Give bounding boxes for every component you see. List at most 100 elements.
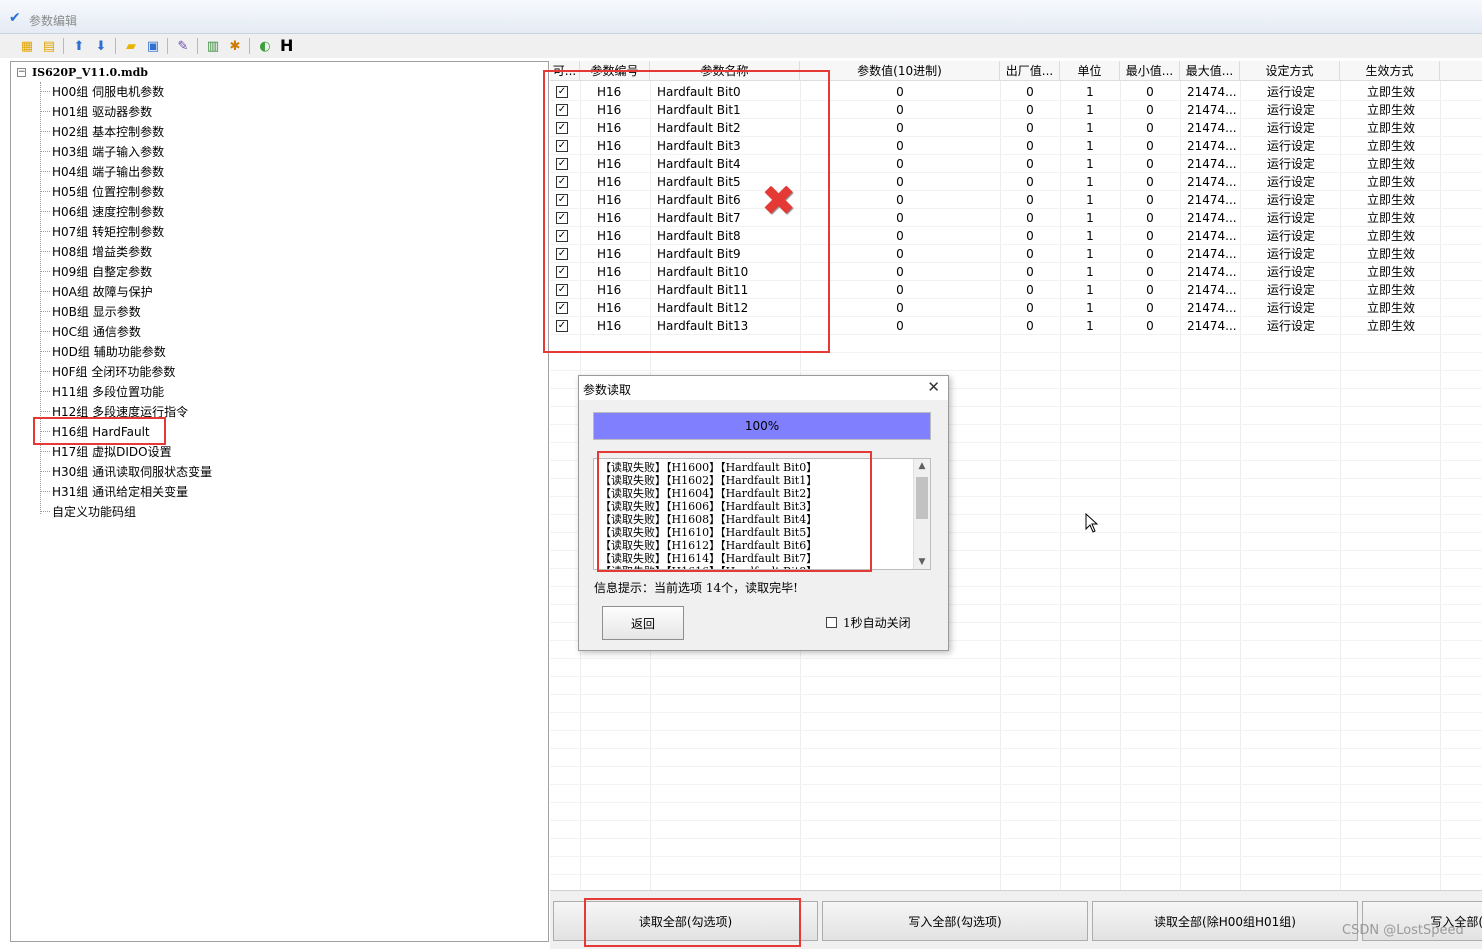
tree-item[interactable]: H03组 端子输入参数 <box>40 142 164 160</box>
auto-close-checkbox[interactable]: 1秒自动关闭 <box>826 614 911 631</box>
move-down-icon[interactable]: ⬇ <box>92 37 110 55</box>
tree-item-label: H05组 位置控制参数 <box>52 184 165 199</box>
tree-item[interactable]: H02组 基本控制参数 <box>40 122 164 140</box>
column-header[interactable]: 单位 <box>1060 61 1120 81</box>
table-row[interactable]: ✓ H1622 Hardfault Bit11 0 0 1 0 21474... 运行设定 立即生… <box>550 281 1482 299</box>
table-row[interactable]: ✓ H1600 Hardfault Bit0 0 0 1 0 21474... 运行设定 立即生效 <box>550 83 1482 101</box>
cell-set: 运行设定 <box>1267 157 1316 171</box>
write-all-checked-button[interactable]: 写入全部(勾选项) <box>822 901 1088 941</box>
new-param-icon[interactable]: ▦ <box>18 37 36 55</box>
row-checkbox[interactable]: ✓ <box>556 248 568 260</box>
cell-max: 21474... <box>1187 319 1237 333</box>
read-all-checked-button[interactable]: 读取全部(勾选项) <box>553 901 818 941</box>
read-log-box[interactable]: 【读取失败】【H1600】【Hardfault Bit0】 【读取失败】【H160… <box>593 458 931 570</box>
column-header[interactable]: 最小值... <box>1120 61 1180 81</box>
tree-root[interactable]: − IS620P_V11.0.mdb <box>17 65 148 79</box>
table-row[interactable]: ✓H1612Hardfault Bit6001021474...运行设定立即生效 <box>550 191 1482 209</box>
export-icon[interactable]: ▥ <box>204 37 222 55</box>
tree-item[interactable]: H06组 速度控制参数 <box>40 202 164 220</box>
row-checkbox[interactable]: ✓ <box>556 158 568 170</box>
column-header[interactable]: 生效方式 <box>1340 61 1440 81</box>
row-checkbox[interactable]: ✓ <box>556 140 568 152</box>
row-checkbox[interactable]: ✓ <box>556 212 568 224</box>
tree-item[interactable]: H08组 增益类参数 <box>40 242 152 260</box>
row-checkbox[interactable]: ✓ <box>556 86 568 98</box>
tree-item[interactable]: H05组 位置控制参数 <box>40 182 164 200</box>
table-row[interactable]: ✓H1614Hardfault Bit7001021474...运行设定立即生效 <box>550 209 1482 227</box>
scroll-thumb[interactable] <box>916 477 928 519</box>
progress-bar: 100% <box>593 412 931 440</box>
table-row[interactable]: ✓ H1624 Hardfault Bit12 0 0 1 0 21474... 运行设定 立即生… <box>550 299 1482 317</box>
tree-item[interactable]: H0B组 显示参数 <box>40 302 141 320</box>
back-button[interactable]: 返回 <box>602 606 684 640</box>
tree-item[interactable]: H0C组 通信参数 <box>40 322 141 340</box>
row-checkbox[interactable]: ✓ <box>556 194 568 206</box>
tree-item[interactable]: 自定义功能码组 <box>40 502 136 520</box>
auto-close-box[interactable] <box>826 617 837 628</box>
row-checkbox[interactable]: ✓ <box>556 122 568 134</box>
cell-unit: 1 <box>1086 193 1094 207</box>
tree-item[interactable]: H01组 驱动器参数 <box>40 102 152 120</box>
column-header[interactable]: 出厂值... <box>1000 61 1060 81</box>
edit-icon[interactable]: ✎ <box>174 37 192 55</box>
table-row[interactable]: ✓ H1618 Hardfault Bit9 0 0 1 0 21474... 运行设定 立即生效 <box>550 245 1482 263</box>
scroll-down-icon[interactable]: ▼ <box>914 555 930 569</box>
config-icon[interactable]: ✱ <box>226 37 244 55</box>
row-checkbox[interactable]: ✓ <box>556 176 568 188</box>
row-checkbox[interactable]: ✓ <box>556 104 568 116</box>
table-row[interactable]: ✓ H1602 Hardfault Bit1 0 0 1 0 21474... 运行设定 立即生效 <box>550 101 1482 119</box>
tree-item-label: 自定义功能码组 <box>52 504 137 519</box>
tree-item[interactable]: H0D组 辅助功能参数 <box>40 342 166 360</box>
column-header[interactable]: 最大值... <box>1180 61 1240 81</box>
close-icon[interactable]: ✕ <box>927 379 940 395</box>
column-header[interactable]: 设定方式 <box>1240 61 1340 81</box>
tree-item[interactable]: H0A组 故障与保护 <box>40 282 153 300</box>
row-checkbox[interactable]: ✓ <box>556 302 568 314</box>
table-row[interactable]: ✓ H1626 Hardfault Bit13 0 0 1 0 21474... 运行设定 立即生… <box>550 317 1482 335</box>
tree-item[interactable]: H12组 多段速度运行指令 <box>40 402 188 420</box>
cell-effect: 立即生效 <box>1367 319 1416 333</box>
table-row[interactable]: ✓ H1620 Hardfault Bit10 0 0 1 0 21474... 运行设定 立即生… <box>550 263 1482 281</box>
table-row[interactable]: ✓ H1608 Hardfault Bit4 0 0 1 0 21474... 运行设定 立即生效 <box>550 155 1482 173</box>
toggle-icon[interactable]: ◐ <box>256 37 274 55</box>
collapse-icon[interactable]: − <box>17 67 26 77</box>
table-row[interactable]: ✓H1610Hardfault Bit5001021474...运行设定立即生效 <box>550 173 1482 191</box>
tree-root-label: IS620P_V11.0.mdb <box>32 65 148 79</box>
tree-item-label: H11组 多段位置功能 <box>52 384 165 399</box>
tree-item[interactable]: H07组 转矩控制参数 <box>40 222 164 240</box>
column-header[interactable]: 参数编号 <box>580 61 650 81</box>
row-checkbox[interactable]: ✓ <box>556 284 568 296</box>
save-icon[interactable]: ▣ <box>144 37 162 55</box>
row-checkbox[interactable]: ✓ <box>556 230 568 242</box>
log-scrollbar[interactable]: ▲ ▼ <box>913 459 930 569</box>
column-header[interactable]: 参数值(10进制) <box>800 61 1000 81</box>
tree-item[interactable]: H04组 端子输出参数 <box>40 162 164 180</box>
scroll-up-icon[interactable]: ▲ <box>914 459 930 473</box>
tree-item[interactable]: H17组 虚拟DIDO设置 <box>40 442 172 460</box>
row-checkbox[interactable]: ✓ <box>556 266 568 278</box>
cell-max: 21474... <box>1187 157 1237 171</box>
delete-param-icon[interactable]: ▤ <box>40 37 58 55</box>
column-header[interactable]: 参数名称 <box>650 61 800 81</box>
tree-item[interactable]: H31组 通讯给定相关变量 <box>40 482 188 500</box>
tree-item[interactable]: H09组 自整定参数 <box>40 262 152 280</box>
open-folder-icon[interactable]: ▰ <box>122 37 140 55</box>
row-checkbox[interactable]: ✓ <box>556 320 568 332</box>
cell-effect: 立即生效 <box>1367 193 1416 207</box>
table-row[interactable]: ✓ H1604 Hardfault Bit2 0 0 1 0 21474... 运行设定 立即生效 <box>550 119 1482 137</box>
h-letter-button[interactable]: H <box>280 37 293 55</box>
cell-min: 0 <box>1146 157 1154 171</box>
column-header[interactable]: 可... <box>550 61 580 81</box>
tree-item[interactable]: H00组 伺服电机参数 <box>40 82 164 100</box>
tree-item[interactable]: H30组 通讯读取伺服状态变量 <box>40 462 212 480</box>
move-up-icon[interactable]: ⬆ <box>70 37 88 55</box>
cell-min: 0 <box>1146 247 1154 261</box>
tree-item[interactable]: H11组 多段位置功能 <box>40 382 164 400</box>
cell-value: 0 <box>896 85 904 99</box>
cell-max: 21474... <box>1187 193 1237 207</box>
read-all-except-button[interactable]: 读取全部(除H00组H01组) <box>1092 901 1358 941</box>
table-row[interactable]: ✓ H1616 Hardfault Bit8 0 0 1 0 21474... 运行设定 立即生效 <box>550 227 1482 245</box>
tree-item[interactable]: H16组 HardFault <box>40 422 150 440</box>
table-row[interactable]: ✓ H1606 Hardfault Bit3 0 0 1 0 21474... 运行设定 立即生效 <box>550 137 1482 155</box>
tree-item[interactable]: H0F组 全闭环功能参数 <box>40 362 175 380</box>
